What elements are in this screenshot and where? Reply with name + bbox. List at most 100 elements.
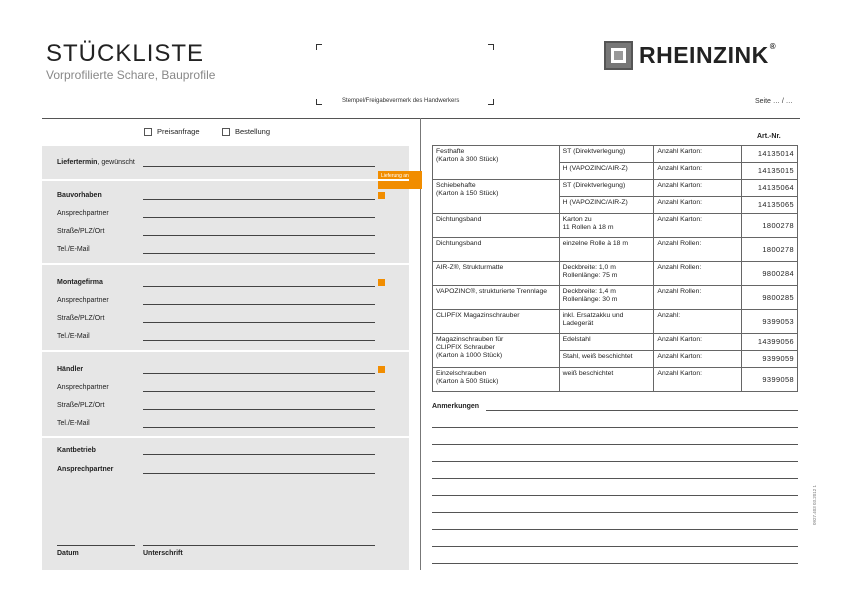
order-checkbox[interactable] (222, 127, 230, 136)
article-number-header: Art.-Nr. (757, 133, 781, 140)
project-contact-field[interactable] (143, 217, 375, 218)
table-row: Festhafte (Karton à 300 Stück) ST (Direkt… (432, 145, 798, 180)
notes-line[interactable] (432, 461, 798, 462)
brand-logo: RHEINZINK® (604, 40, 776, 70)
product-cell: VAPOZINC®, strukturierte Trennlage (432, 285, 560, 310)
stamp-corner-top-left (316, 44, 322, 50)
option-cell: H (VAPOZINC/AIR-Z) (558, 196, 655, 214)
article-number-cell: 14399056 (741, 333, 798, 351)
stamp-corner-bottom-right (488, 99, 494, 105)
notes-line[interactable] (432, 495, 798, 496)
article-number-cell: 9399058 (741, 367, 798, 392)
date-label: Datum (57, 550, 79, 557)
notes-line[interactable] (432, 529, 798, 530)
edging-company-label: Kantbetrieb (57, 447, 96, 454)
dealer-street-label: Straße/PLZ/Ort (57, 402, 105, 409)
brand-logo-icon (604, 40, 633, 70)
quantity-cell[interactable]: Anzahl Karton: (653, 145, 743, 163)
installer-contact-label: Ansprechpartner (57, 297, 109, 304)
quantity-cell[interactable]: Anzahl Karton: (653, 367, 743, 392)
product-cell: Magazinschrauben für CLIPFIX Schrauber (Ka… (432, 333, 560, 368)
notes-label: Anmerkungen (432, 403, 480, 410)
option-cell: Karton zu 11 Rollen à 18 m (558, 213, 655, 238)
product-cell: Festhafte (Karton à 300 Stück) (432, 145, 560, 180)
quantity-cell[interactable]: Anzahl Karton: (653, 213, 743, 238)
option-cell: ST (Direktverlegung) (558, 179, 655, 197)
installer-contact-field[interactable] (143, 304, 375, 305)
dealer-street-field[interactable] (143, 409, 375, 410)
signature-label: Unterschrift (143, 550, 183, 557)
stamp-corner-top-right (488, 44, 494, 50)
delivery-date-label: Liefertermin, gewünscht (57, 159, 135, 166)
quantity-cell[interactable]: Anzahl Karton: (653, 162, 743, 180)
option-cell: einzelne Rolle à 18 m (558, 237, 655, 262)
option-cell: Deckbreite: 1,4 m Rollenlänge: 30 m (558, 285, 655, 310)
quantity-cell[interactable]: Anzahl Karton: (653, 179, 743, 197)
order-option[interactable]: Bestellung (222, 127, 270, 136)
article-number-cell: 9800284 (741, 261, 798, 286)
dealer-field[interactable] (143, 373, 375, 374)
notes-line[interactable] (432, 546, 798, 547)
table-row: Schiebehafte (Karton à 150 Stück) ST (Dir… (432, 179, 798, 214)
table-row: AIR-Z®, Strukturmatte Deckbreite: 1,0 mR… (432, 261, 798, 286)
page-number-label: Seite … / … (755, 98, 793, 105)
date-field[interactable] (57, 545, 135, 546)
notes-line[interactable] (432, 427, 798, 428)
stamp-label: Stempel/Freigabevermerk des Handwerkers (342, 98, 460, 104)
installer-delivery-marker[interactable] (378, 279, 385, 286)
table-row: Magazinschrauben für CLIPFIX Schrauber (Ka… (432, 333, 798, 368)
edging-contact-field[interactable] (143, 473, 375, 474)
project-field[interactable] (143, 199, 375, 200)
section-separator (42, 263, 409, 265)
project-contact-label: Ansprechpartner (57, 210, 109, 217)
stamp-corner-bottom-left (316, 99, 322, 105)
product-table: Festhafte (Karton à 300 Stück) ST (Direkt… (432, 145, 798, 392)
project-label: Bauvorhaben (57, 192, 102, 199)
notes-line[interactable] (432, 563, 798, 564)
article-number-cell: 1800278 (741, 237, 798, 262)
project-street-label: Straße/PLZ/Ort (57, 228, 105, 235)
dealer-delivery-marker[interactable] (378, 366, 385, 373)
option-cell: weiß beschichtet (558, 367, 655, 392)
price-request-option[interactable]: Preisanfrage (144, 127, 200, 136)
article-number-cell: 14135015 (741, 162, 798, 180)
option-cell: Edelstahl (558, 333, 655, 351)
price-request-checkbox[interactable] (144, 127, 152, 136)
header-divider (42, 118, 800, 119)
installer-street-field[interactable] (143, 322, 375, 323)
page-title: STÜCKLISTE (46, 40, 205, 67)
section-separator (42, 179, 409, 181)
notes-line[interactable] (432, 444, 798, 445)
installer-phone-label: Tel./E-Mail (57, 333, 90, 340)
option-cell: Stahl, weiß beschichtet (558, 350, 655, 368)
edging-company-field[interactable] (143, 454, 375, 455)
quantity-cell[interactable]: Anzahl Karton: (653, 196, 743, 214)
option-cell: H (VAPOZINC/AIR-Z) (558, 162, 655, 180)
product-cell: AIR-Z®, Strukturmatte (432, 261, 560, 286)
section-separator (42, 350, 409, 352)
notes-line[interactable] (432, 478, 798, 479)
article-number-cell: 1800278 (741, 213, 798, 238)
project-street-field[interactable] (143, 235, 375, 236)
delivery-date-field[interactable] (143, 166, 375, 167)
article-number-cell: 9399053 (741, 309, 798, 334)
project-delivery-marker[interactable] (378, 192, 385, 199)
installer-phone-field[interactable] (143, 340, 375, 341)
product-cell: Dichtungsband (432, 237, 560, 262)
document-code: 0927.403 03.2012 1 (812, 484, 817, 525)
quantity-cell[interactable]: Anzahl Rollen: (653, 285, 743, 310)
quantity-cell[interactable]: Anzahl Rollen: (653, 237, 743, 262)
signature-field[interactable] (143, 545, 375, 546)
dealer-phone-field[interactable] (143, 427, 375, 428)
quantity-cell[interactable]: Anzahl: (653, 309, 743, 334)
notes-line[interactable] (432, 512, 798, 513)
dealer-contact-field[interactable] (143, 391, 375, 392)
quantity-cell[interactable]: Anzahl Rollen: (653, 261, 743, 286)
quantity-cell[interactable]: Anzahl Karton: (653, 333, 743, 351)
installer-field[interactable] (143, 286, 375, 287)
project-phone-field[interactable] (143, 253, 375, 254)
product-cell: CLIPFIX Magazinschrauber (432, 309, 560, 334)
quantity-cell[interactable]: Anzahl Karton: (653, 350, 743, 368)
article-number-cell: 14135064 (741, 179, 798, 197)
notes-line[interactable] (486, 410, 798, 411)
